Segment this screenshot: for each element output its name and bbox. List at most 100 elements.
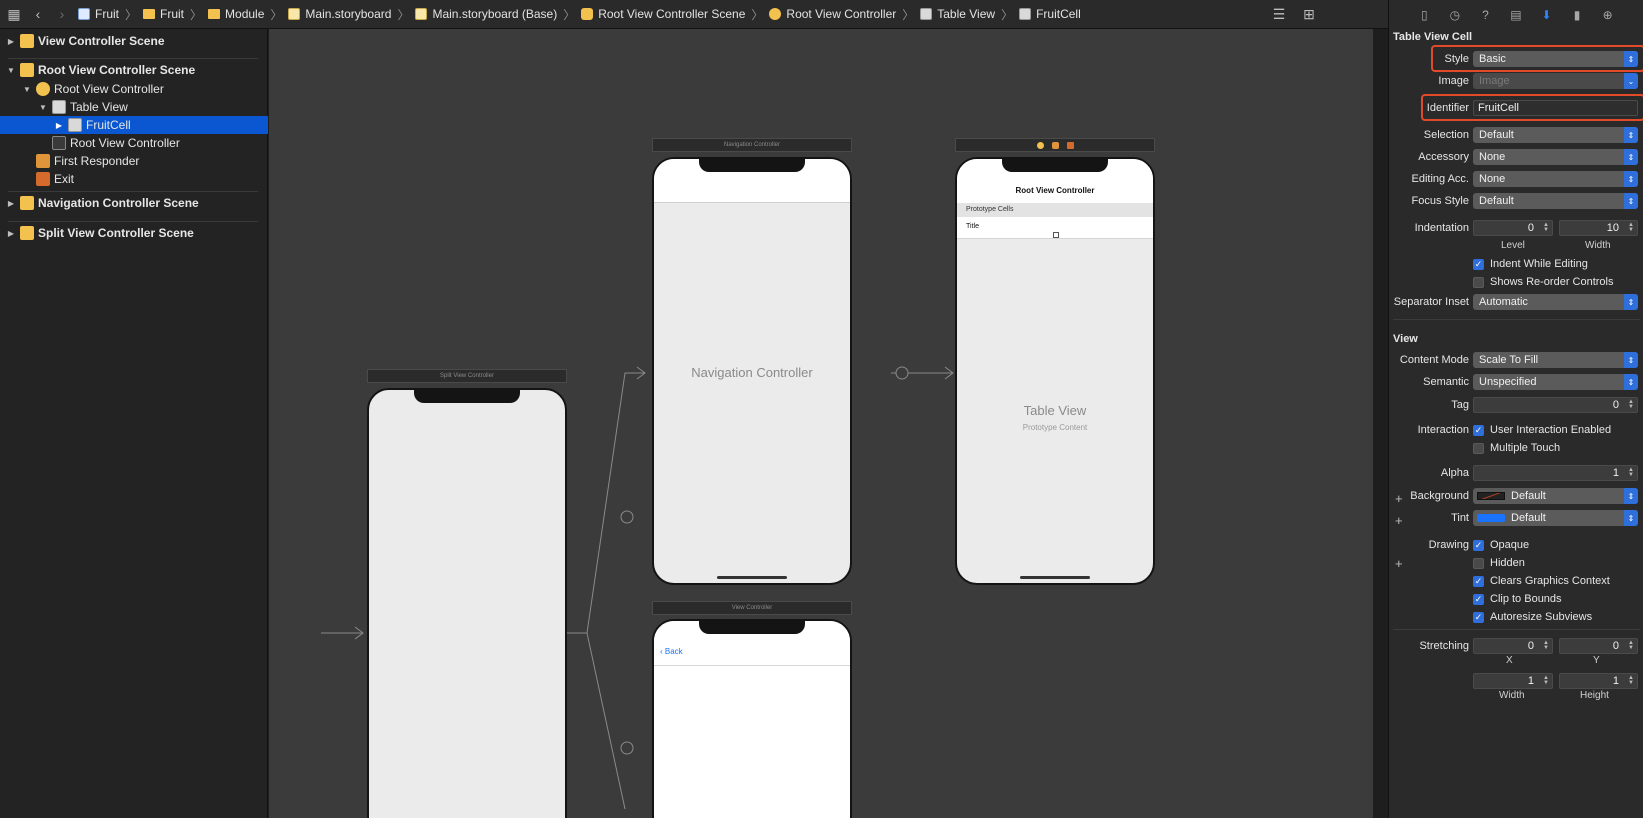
- separator-inset-popup[interactable]: Automatic ⇕: [1473, 294, 1638, 310]
- disclosure-down-icon[interactable]: ▼: [38, 103, 48, 112]
- stretch-width-field[interactable]: 1 ▲ ▼: [1473, 673, 1553, 689]
- plus-icon[interactable]: +: [1395, 556, 1403, 571]
- disclosure-down-icon[interactable]: ▼: [6, 66, 16, 75]
- back-arrow-icon[interactable]: ‹: [26, 2, 50, 26]
- size-inspector-icon[interactable]: ▮: [1569, 7, 1585, 23]
- navigation-controller-scene[interactable]: Navigation Controller: [652, 157, 852, 585]
- tint-color-popup[interactable]: Default ⇕: [1473, 510, 1638, 526]
- breadcrumb-storyboard-base[interactable]: Main.storyboard (Base): [415, 7, 557, 21]
- checkmark-icon: ✓: [1473, 593, 1484, 605]
- breadcrumb-project[interactable]: Fruit: [78, 7, 119, 21]
- view-controller-icon: [36, 82, 50, 96]
- forward-arrow-icon[interactable]: ›: [50, 2, 74, 26]
- stepper-icon[interactable]: ▲ ▼: [1627, 399, 1635, 410]
- stepper-icon[interactable]: ▲ ▼: [1627, 675, 1635, 686]
- breadcrumb-scene[interactable]: Root View Controller Scene: [581, 7, 745, 21]
- content-mode-popup[interactable]: Scale To Fill ⇕: [1473, 352, 1638, 368]
- connections-inspector-icon[interactable]: ⊕: [1600, 7, 1616, 23]
- tag-field[interactable]: 0 ▲ ▼: [1473, 397, 1638, 413]
- indent-level-field[interactable]: 0 ▲ ▼: [1473, 220, 1553, 236]
- editing-accessory-popup[interactable]: None ⇕: [1473, 171, 1638, 187]
- outline-split-scene[interactable]: ▶ Split View Controller Scene: [0, 224, 268, 242]
- outline-fruit-cell[interactable]: ▶ FruitCell: [0, 116, 268, 134]
- navigation-controller-bar[interactable]: Navigation Controller: [652, 138, 852, 152]
- width-caption: Width: [1499, 690, 1525, 701]
- indent-while-editing-checkbox[interactable]: ✓ Indent While Editing: [1473, 258, 1588, 270]
- exit-icon[interactable]: [1066, 141, 1074, 149]
- resize-handle-icon[interactable]: [1053, 232, 1059, 238]
- breadcrumb-folder-fruit[interactable]: Fruit: [143, 7, 184, 21]
- view-controller-icon[interactable]: [1036, 141, 1044, 149]
- outline-root-view-controller[interactable]: ▼ Root View Controller: [0, 80, 268, 98]
- storyboard-canvas[interactable]: Split View Controller Navigation Control…: [269, 29, 1373, 818]
- plus-icon[interactable]: +: [1395, 491, 1403, 506]
- image-combo[interactable]: Image ⌄: [1473, 73, 1638, 89]
- hidden-checkbox[interactable]: Hidden: [1473, 557, 1525, 569]
- indent-width-field[interactable]: 10 ▲ ▼: [1559, 220, 1638, 236]
- stepper-icon[interactable]: ▲ ▼: [1627, 222, 1635, 233]
- disclosure-down-icon[interactable]: ▼: [22, 85, 32, 94]
- identity-inspector-icon[interactable]: ▤: [1508, 7, 1524, 23]
- table-view-icon: [52, 100, 66, 114]
- grid-icon[interactable]: ▦: [2, 2, 26, 26]
- stretch-x-field[interactable]: 0 ▲ ▼: [1473, 638, 1553, 654]
- root-view-controller-bar[interactable]: [955, 138, 1155, 152]
- autoresize-checkbox[interactable]: ✓ Autoresize Subviews: [1473, 611, 1592, 623]
- view-controller-scene[interactable]: ‹ Back: [652, 619, 852, 818]
- clears-graphics-checkbox[interactable]: ✓ Clears Graphics Context: [1473, 575, 1610, 587]
- breadcrumb-folder-module[interactable]: Module: [208, 7, 264, 21]
- outline-exit[interactable]: Exit: [0, 170, 268, 188]
- history-inspector-icon[interactable]: ◷: [1447, 7, 1463, 23]
- selection-popup[interactable]: Default ⇕: [1473, 127, 1638, 143]
- breadcrumb-storyboard[interactable]: Main.storyboard: [288, 7, 391, 21]
- outline-view-controller-scene[interactable]: ▶ View Controller Scene: [0, 32, 268, 50]
- breadcrumb-view-controller[interactable]: Root View Controller: [769, 7, 896, 21]
- opaque-checkbox[interactable]: ✓ Opaque: [1473, 539, 1529, 551]
- split-view-controller-bar[interactable]: Split View Controller: [367, 369, 567, 383]
- outline-root-view-controller-item[interactable]: Root View Controller: [0, 134, 268, 152]
- focus-style-popup[interactable]: Default ⇕: [1473, 193, 1638, 209]
- exit-icon: [36, 172, 50, 186]
- stepper-icon[interactable]: ▲ ▼: [1627, 467, 1635, 478]
- disclosure-right-icon[interactable]: ▶: [6, 229, 16, 238]
- divider: [8, 191, 258, 192]
- prototype-cell[interactable]: Title: [957, 217, 1153, 239]
- shows-reorder-checkbox[interactable]: Shows Re-order Controls: [1473, 276, 1614, 288]
- outline-root-scene[interactable]: ▼ Root View Controller Scene: [0, 61, 268, 79]
- breadcrumb-table-view[interactable]: Table View: [920, 7, 995, 21]
- view-controller-bar[interactable]: View Controller: [652, 601, 852, 615]
- editor-options-icon[interactable]: ☰: [1267, 2, 1291, 26]
- accessory-popup[interactable]: None ⇕: [1473, 149, 1638, 165]
- alpha-field[interactable]: 1 ▲ ▼: [1473, 465, 1638, 481]
- first-responder-icon[interactable]: [1051, 141, 1059, 149]
- plus-icon[interactable]: +: [1395, 513, 1403, 528]
- stepper-icon[interactable]: ▲ ▼: [1542, 222, 1550, 233]
- disclosure-right-icon[interactable]: ▶: [54, 121, 64, 130]
- outline-table-view[interactable]: ▼ Table View: [0, 98, 268, 116]
- help-inspector-icon[interactable]: ?: [1477, 7, 1493, 23]
- root-view-controller-scene[interactable]: Root View Controller Prototype Cells Tit…: [955, 157, 1155, 585]
- checkmark-icon: ✓: [1473, 539, 1484, 551]
- user-interaction-checkbox[interactable]: ✓ User Interaction Enabled: [1473, 424, 1611, 436]
- stepper-icon[interactable]: ▲ ▼: [1627, 640, 1635, 651]
- add-editor-icon[interactable]: ⊞: [1297, 2, 1321, 26]
- disclosure-right-icon[interactable]: ▶: [6, 37, 16, 46]
- multiple-touch-checkbox[interactable]: Multiple Touch: [1473, 442, 1560, 454]
- stepper-icon[interactable]: ▲ ▼: [1542, 640, 1550, 651]
- editing-accessory-label: Editing Acc.: [1411, 173, 1469, 185]
- outline-first-responder[interactable]: First Responder: [0, 152, 268, 170]
- chevron-updown-icon: ⇕: [1624, 374, 1638, 390]
- stepper-icon[interactable]: ▲ ▼: [1542, 675, 1550, 686]
- stretch-y-field[interactable]: 0 ▲ ▼: [1559, 638, 1638, 654]
- attributes-inspector-icon[interactable]: ⬇: [1539, 7, 1555, 23]
- semantic-popup[interactable]: Unspecified ⇕: [1473, 374, 1638, 390]
- file-inspector-icon[interactable]: ▯: [1416, 7, 1432, 23]
- split-view-controller-scene[interactable]: [367, 388, 567, 818]
- breadcrumb-cell[interactable]: FruitCell: [1019, 7, 1081, 21]
- clip-to-bounds-checkbox[interactable]: ✓ Clip to Bounds: [1473, 593, 1562, 605]
- stretch-height-field[interactable]: 1 ▲ ▼: [1559, 673, 1638, 689]
- background-color-popup[interactable]: Default ⇕: [1473, 488, 1638, 504]
- back-button[interactable]: ‹ Back: [660, 647, 683, 656]
- outline-navigation-scene[interactable]: ▶ Navigation Controller Scene: [0, 194, 268, 212]
- disclosure-right-icon[interactable]: ▶: [6, 199, 16, 208]
